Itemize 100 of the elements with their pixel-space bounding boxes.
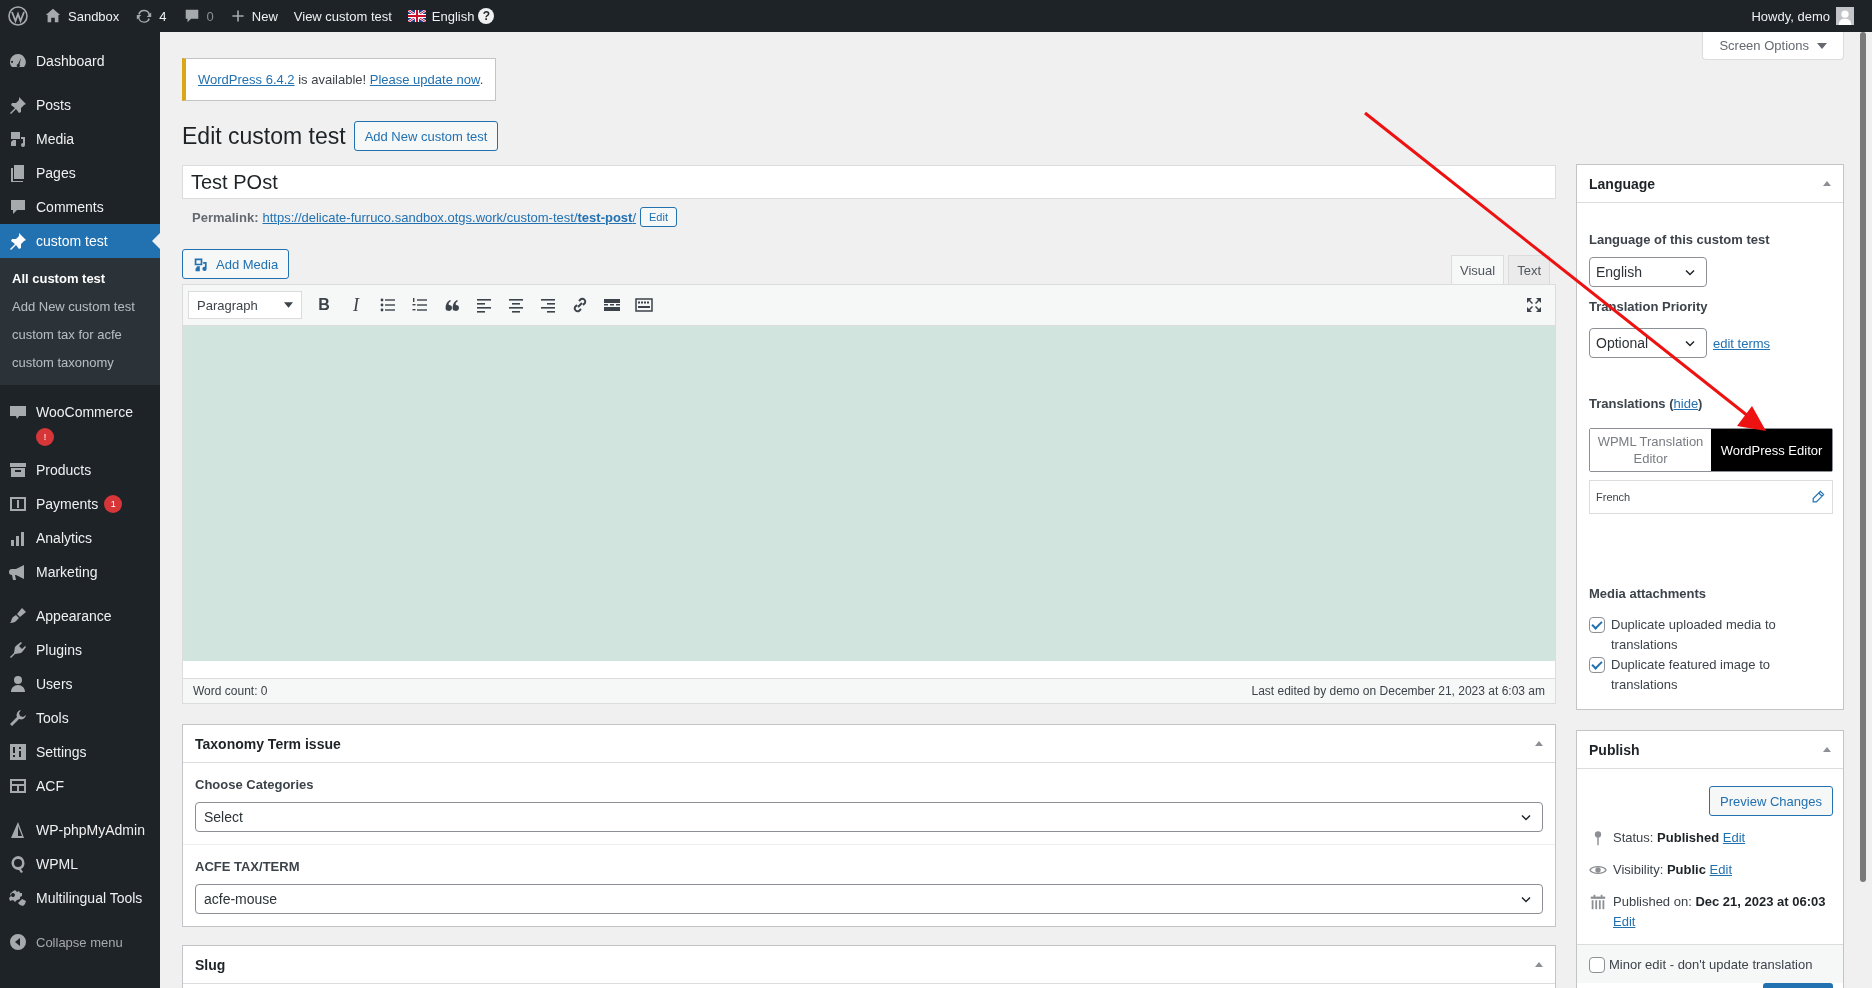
add-new-button[interactable]: Add New custom test <box>353 121 499 151</box>
view-link[interactable]: View custom test <box>293 8 392 24</box>
bold-button[interactable]: B <box>314 296 334 314</box>
submenu-item[interactable]: All custom test <box>0 265 160 293</box>
site-link[interactable]: Sandbox <box>44 7 120 25</box>
fullscreen-icon[interactable] <box>1524 295 1544 315</box>
update-link[interactable]: Please update now <box>369 72 480 87</box>
sidebar-label: Plugins <box>36 641 82 660</box>
editor-option[interactable]: WordPress Editor <box>1711 429 1832 471</box>
scrollbar[interactable] <box>1860 32 1866 882</box>
edit-link[interactable]: Edit <box>1613 914 1636 929</box>
submenu-item[interactable]: Add New custom test <box>0 293 160 321</box>
sidebar-item[interactable]: Comments <box>0 190 160 224</box>
plus-icon <box>229 8 246 24</box>
editor-tab[interactable]: Text <box>1508 255 1550 284</box>
checkbox-label: Duplicate featured image to translations <box>1611 656 1771 694</box>
wrench-icon <box>8 708 28 728</box>
collapse-toggle-icon[interactable] <box>1823 181 1831 186</box>
sidebar-item[interactable]: Pages <box>0 156 160 190</box>
section-title: Media attachments <box>1589 586 1708 601</box>
sidebar-label: Settings <box>36 743 87 762</box>
sidebar-label: Marketing <box>36 563 98 582</box>
pin-icon <box>8 95 28 115</box>
permalink-label: Permalink: <box>192 209 259 225</box>
field-label: ACFE TAX/TERM <box>195 859 301 874</box>
submenu-item[interactable]: custom taxonomy <box>0 349 160 377</box>
sidebar-label: Pages <box>36 164 76 183</box>
select-field[interactable]: Select <box>195 802 1543 832</box>
comment-icon <box>8 197 28 217</box>
panel-title: Language <box>1589 175 1656 192</box>
edit-permalink-button[interactable]: Edit <box>640 207 677 227</box>
sidebar-item[interactable]: WooCommerce ! <box>0 395 160 453</box>
sidebar-item[interactable]: Appearance <box>0 599 160 633</box>
notification-badge: 1 <box>104 495 123 513</box>
collapse-toggle-icon[interactable] <box>1535 741 1543 746</box>
select-field[interactable]: acfe-mouse <box>195 884 1543 914</box>
grid-icon <box>8 776 28 796</box>
collapse-toggle-icon[interactable] <box>1823 747 1831 752</box>
collapse-menu-button[interactable]: Collapse menu <box>0 925 160 959</box>
italic-button[interactable]: I <box>346 294 366 316</box>
sidebar-item[interactable]: Payments 1 <box>0 487 160 521</box>
checkbox-label: Duplicate uploaded media to translations <box>1611 616 1777 654</box>
sidebar-item[interactable]: WPML <box>0 847 160 881</box>
version-link[interactable]: WordPress 6.4.2 <box>198 72 295 87</box>
archive-icon <box>8 460 28 480</box>
permalink-link[interactable]: https://delicate-furruco.sandbox.otgs.work/custom-test/test-post/ <box>262 209 637 225</box>
sidebar-item[interactable]: Plugins <box>0 633 160 667</box>
hide-link[interactable]: hide <box>1673 396 1699 411</box>
wordpress-logo-icon[interactable] <box>8 6 28 26</box>
sidebar-item[interactable]: custom test <box>0 224 160 258</box>
sidebar-item[interactable]: ACF <box>0 769 160 803</box>
notification-badge: ! <box>36 428 54 446</box>
pencil-icon[interactable] <box>1810 489 1826 505</box>
payment-card-icon <box>8 494 28 514</box>
sidebar-item[interactable]: WP-phpMyAdmin <box>0 813 160 847</box>
sidebar-label: Analytics <box>36 529 93 548</box>
sidebar-item[interactable]: Multilingual Tools <box>0 881 160 915</box>
sidebar-label: Media <box>36 130 75 149</box>
edit-link[interactable]: Edit <box>1722 830 1746 845</box>
screen-options-button[interactable]: Screen Options <box>1702 32 1844 60</box>
caret-icon <box>1817 42 1827 49</box>
checkbox[interactable] <box>1589 957 1605 973</box>
title-field[interactable]: Test POst <box>182 165 1556 199</box>
checkbox[interactable] <box>1589 617 1605 633</box>
keyboard-icon[interactable] <box>634 295 654 315</box>
comments-link[interactable]: 0 <box>182 7 214 25</box>
sidebar-item[interactable]: Users <box>0 667 160 701</box>
refresh-icon <box>135 7 154 25</box>
sidebar-label: Products <box>36 461 92 480</box>
language-select[interactable]: English <box>1589 257 1707 287</box>
sidebar-label: Appearance <box>36 607 112 626</box>
new-link[interactable]: New <box>229 8 278 24</box>
preview-button[interactable]: Preview Changes <box>1709 786 1833 816</box>
updates-link[interactable]: 4 <box>135 7 167 25</box>
sidebar-item[interactable]: Analytics <box>0 521 160 555</box>
submenu-item[interactable]: custom tax for acfe <box>0 321 160 349</box>
sidebar-label: Dashboard <box>36 52 105 71</box>
sidebar-item[interactable]: Settings <box>0 735 160 769</box>
checkbox[interactable] <box>1589 657 1605 673</box>
sidebar-item[interactable]: Marketing <box>0 555 160 589</box>
sidebar-item[interactable]: Media <box>0 122 160 156</box>
collapse-toggle-icon[interactable] <box>1535 962 1543 967</box>
add-media-button[interactable]: Add Media <box>182 249 290 279</box>
edit-terms-link[interactable]: edit terms <box>1713 335 1771 351</box>
sidebar-item[interactable]: Tools <box>0 701 160 735</box>
editor-tab[interactable]: Visual <box>1450 255 1505 284</box>
sidebar-item[interactable]: Products <box>0 453 160 487</box>
checkbox-label: Minor edit - don't update translation <box>1609 956 1813 972</box>
edit-link[interactable]: Edit <box>1709 862 1732 877</box>
language-switcher[interactable]: English <box>407 8 475 24</box>
publish-detail: Visibility: Public Edit <box>1613 861 1732 879</box>
calendar-icon <box>1589 893 1607 911</box>
format-dropdown[interactable]: Paragraph <box>188 291 302 319</box>
priority-select[interactable]: Optional <box>1589 328 1707 358</box>
sidebar-label: WPML <box>36 855 78 874</box>
greeting-link[interactable]: Howdy, demo <box>1751 8 1830 24</box>
sidebar-item[interactable]: Dashboard <box>0 44 160 78</box>
sidebar-item[interactable]: Posts <box>0 88 160 122</box>
help-icon[interactable]: ? <box>478 8 495 24</box>
translation-language: French <box>1596 491 1631 503</box>
